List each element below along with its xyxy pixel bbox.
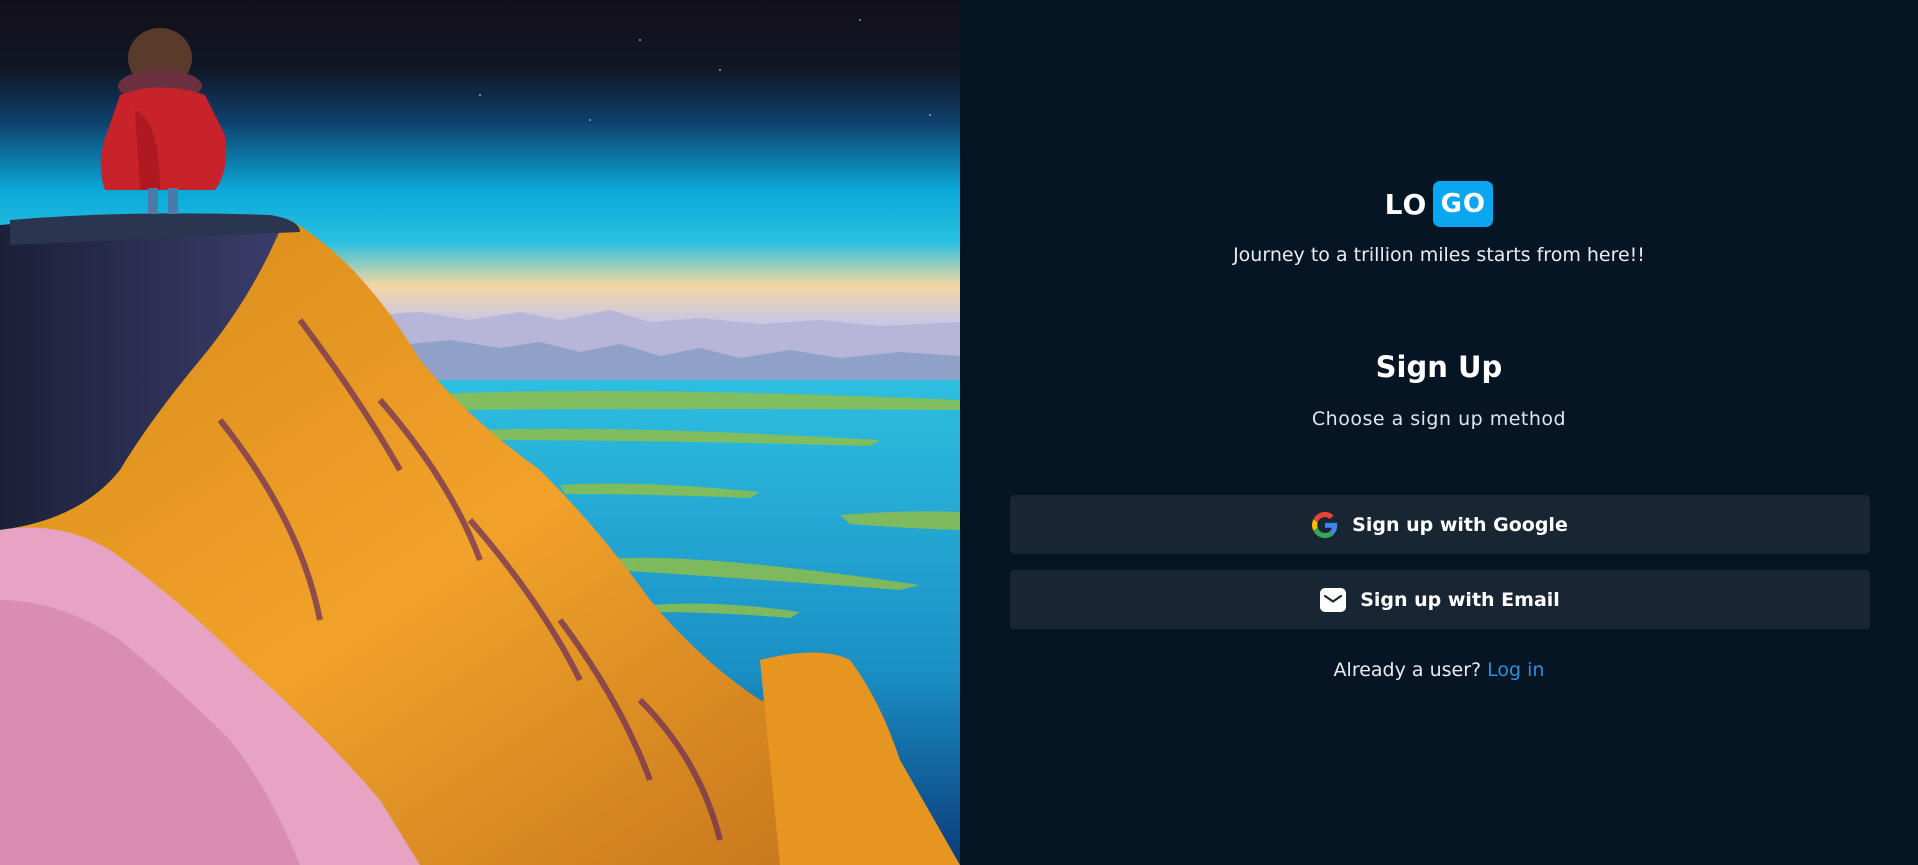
hero-illustration xyxy=(0,0,960,865)
login-prompt: Already a user? Log in xyxy=(960,659,1918,681)
google-button-label: Sign up with Google xyxy=(1352,513,1568,536)
cliff-landscape-image xyxy=(0,0,960,865)
page-subtitle: Choose a sign up method xyxy=(1311,408,1567,430)
login-prompt-text: Already a user? xyxy=(1333,659,1482,681)
auth-panel: LO GO Journey to a trillion miles starts… xyxy=(960,0,1918,865)
brand-logo: LO GO xyxy=(960,181,1918,227)
email-button-label: Sign up with Email xyxy=(1360,588,1560,611)
logo-badge: GO xyxy=(1433,181,1494,227)
login-link[interactable]: Log in xyxy=(1487,659,1544,681)
mail-icon xyxy=(1320,587,1347,612)
logo-text-left: LO xyxy=(1384,187,1428,221)
google-signup-button[interactable]: Sign up with Google xyxy=(1010,495,1870,554)
email-signup-button[interactable]: Sign up with Email xyxy=(1010,570,1870,629)
logo-text-right: GO xyxy=(1440,189,1487,219)
tagline: Journey to a trillion miles starts from … xyxy=(1233,244,1645,266)
page-title: Sign Up xyxy=(1375,350,1503,384)
signup-page: LO GO Journey to a trillion miles starts… xyxy=(0,0,1918,865)
google-icon xyxy=(1312,511,1338,538)
